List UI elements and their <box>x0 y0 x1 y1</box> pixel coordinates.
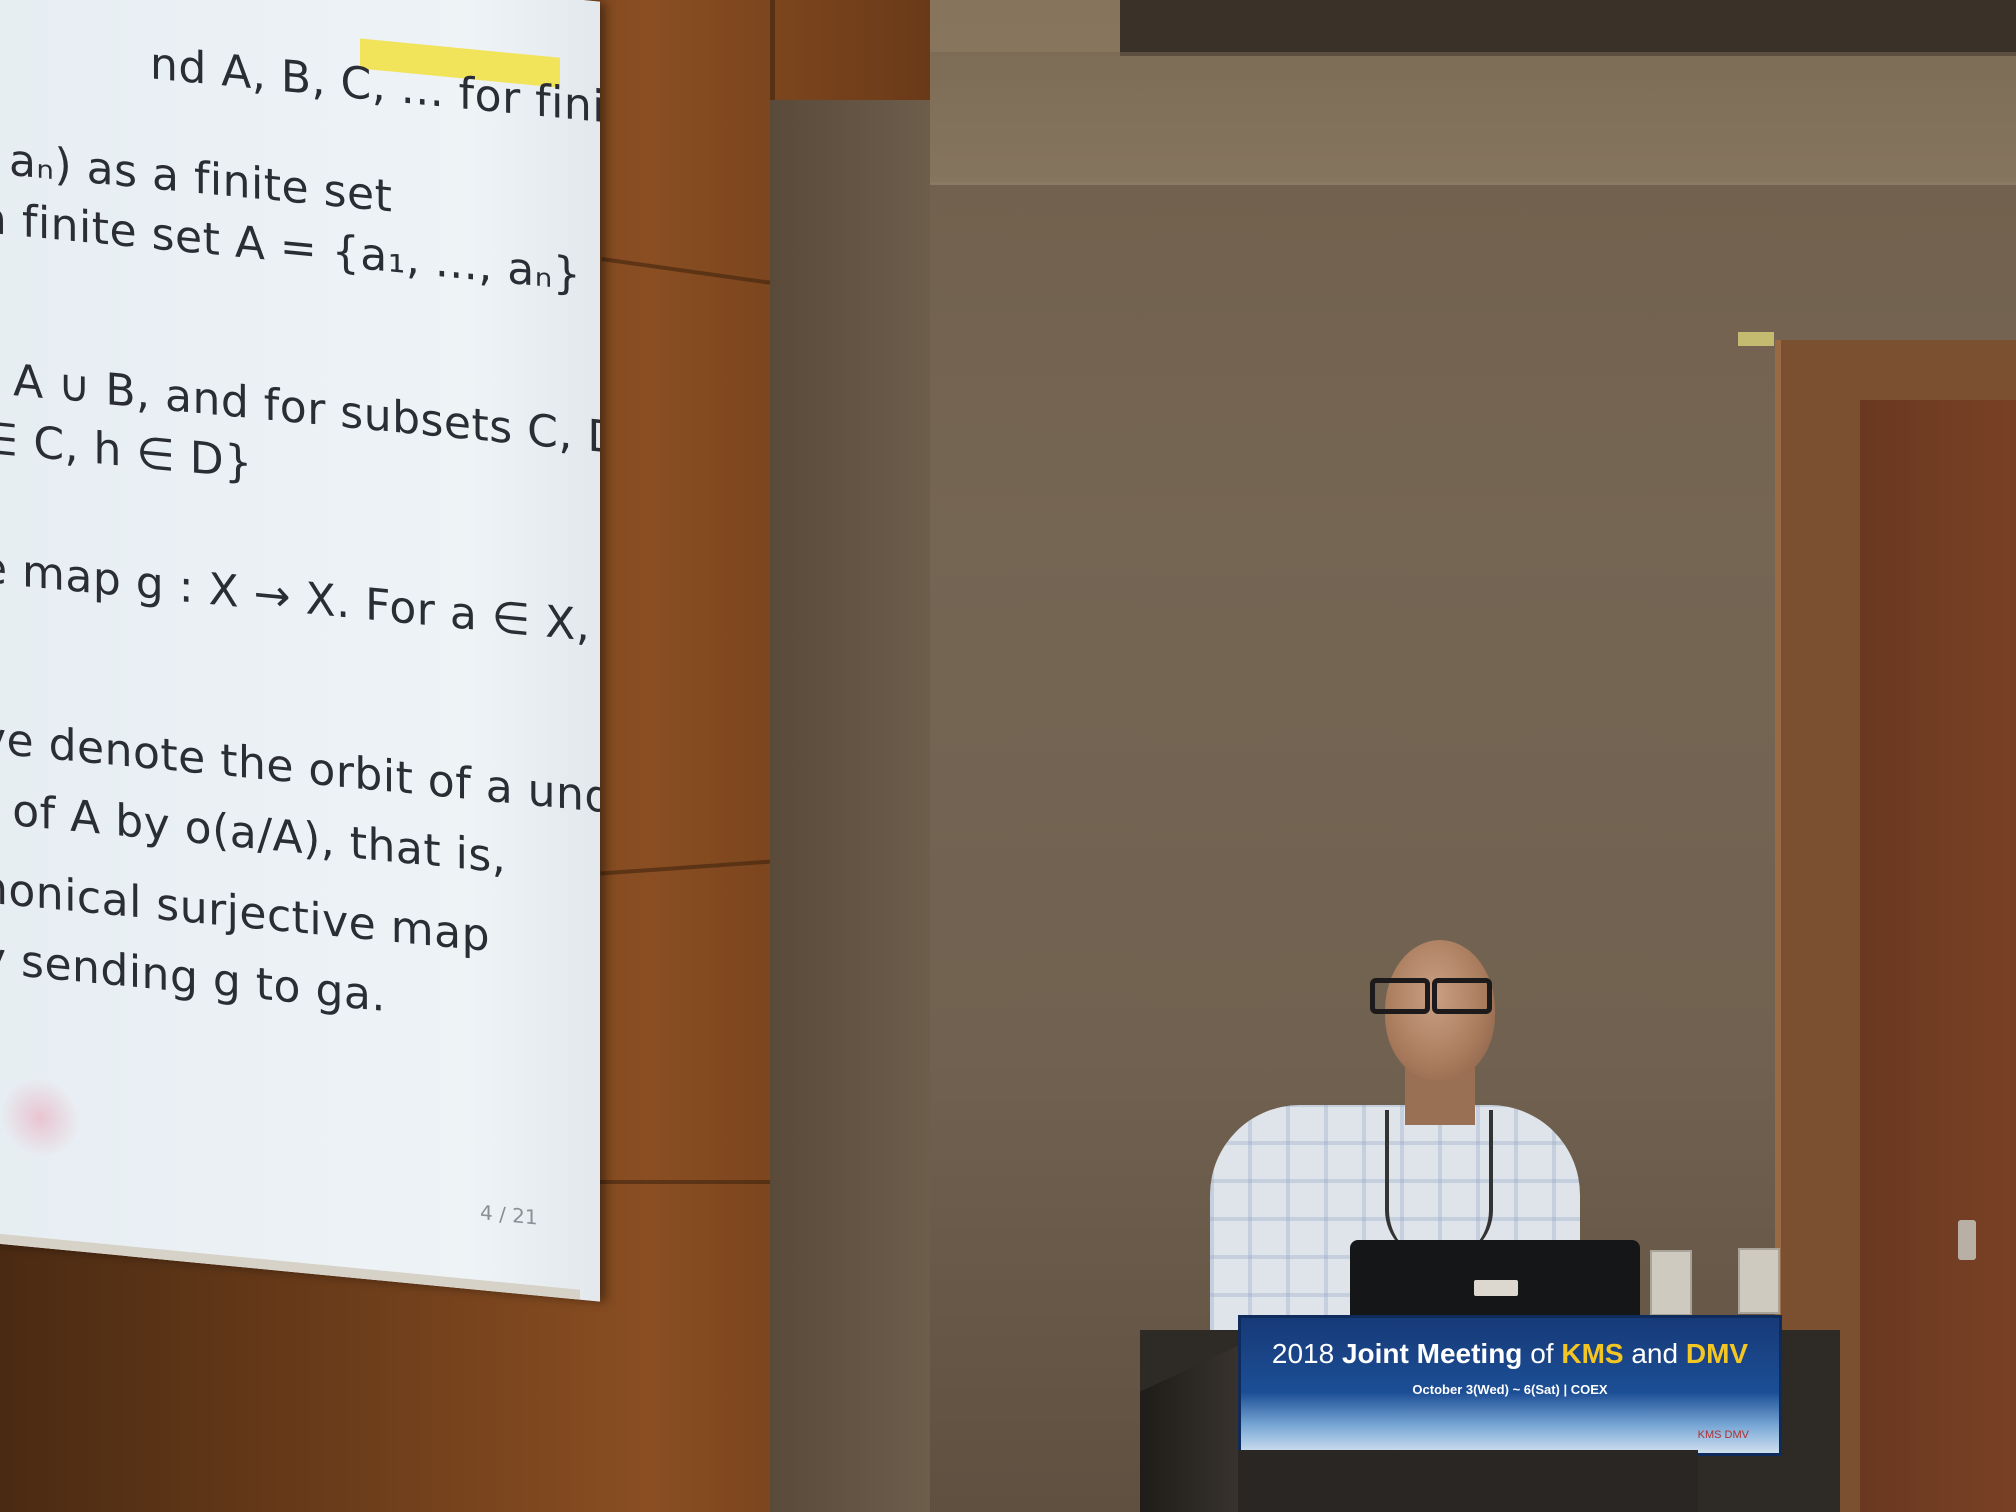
projection-screen: nd A, B, C, ... for finite , aₙ) as a fi… <box>0 0 600 1302</box>
banner-logos: KMS DMV <box>1697 1429 1749 1441</box>
lecture-scene: nd A, B, C, ... for finite , aₙ) as a fi… <box>0 0 2016 1512</box>
ceiling-recess <box>1120 0 2016 56</box>
glasses-lens <box>1432 978 1492 1014</box>
podium-banner: 2018 Joint Meeting of KMS and DMV Octobe… <box>1238 1315 1782 1456</box>
ceiling-step <box>930 52 2016 182</box>
glasses-lens <box>1370 978 1430 1014</box>
banner-joint-meeting: Joint Meeting <box>1341 1338 1523 1369</box>
glasses-icon <box>1370 978 1494 1014</box>
slide-page-number: 4 / 21 <box>480 1200 538 1230</box>
podium-base <box>1238 1450 1698 1512</box>
banner-year: 2018 <box>1271 1338 1335 1369</box>
light-switch <box>1650 1250 1692 1316</box>
wall-tape <box>1738 332 1774 346</box>
door <box>1860 400 2016 1512</box>
banner-kms: KMS <box>1561 1338 1624 1369</box>
wall-corner <box>770 100 930 1512</box>
banner-of: of <box>1530 1338 1554 1369</box>
laptop-sticker <box>1474 1280 1518 1296</box>
banner-dmv: DMV <box>1685 1338 1749 1369</box>
banner-title: 2018 Joint Meeting of KMS and DMV <box>1241 1338 1779 1370</box>
laser-pointer-glow <box>0 1073 80 1162</box>
slide-line: e map g : X → X. For a ∈ X, <box>0 541 591 652</box>
banner-dates: October 3(Wed) ~ 6(Sat) | COEX <box>1412 1382 1608 1397</box>
lanyard <box>1385 1110 1493 1260</box>
wall-outlet <box>1738 1248 1780 1314</box>
banner-and: and <box>1631 1338 1679 1369</box>
door-handle <box>1958 1220 1976 1260</box>
